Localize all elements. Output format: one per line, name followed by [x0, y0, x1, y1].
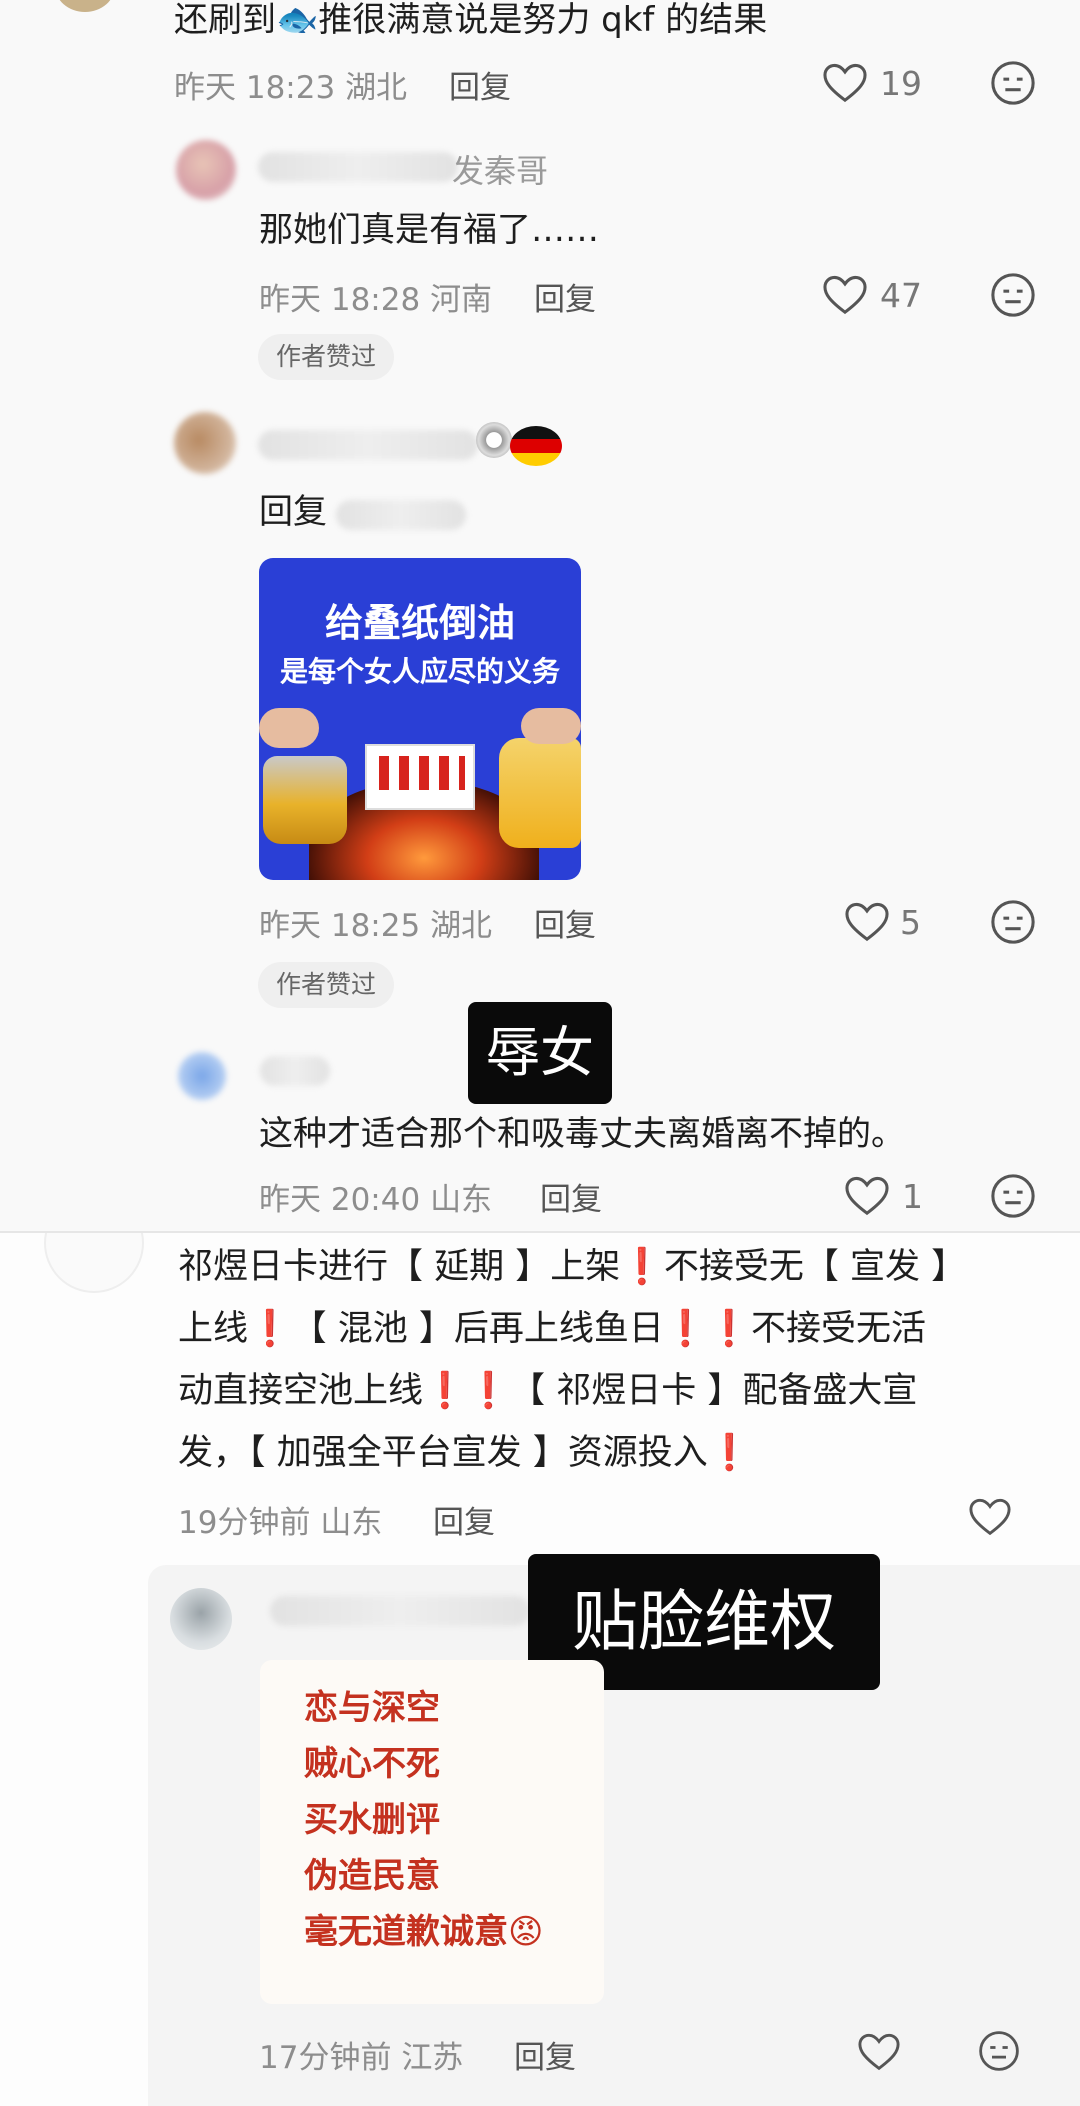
comment-time: 19分钟前: [178, 1505, 311, 1541]
image-text-line: 毫无道歉诚意😡: [304, 1912, 544, 1952]
reply-button[interactable]: 回复: [540, 1174, 602, 1219]
dislike-button[interactable]: [990, 272, 1036, 318]
comment-location: 湖北: [345, 70, 408, 106]
image-text-line: 买水删评: [304, 1800, 440, 1840]
comment-text: 祁煜日卡进行【 延期 】上架❗️不接受无【 宣发 】 上线❗️【 混池 】后再上…: [178, 1236, 966, 1484]
comment-time: 昨天 18:28: [259, 282, 421, 318]
dislike-button[interactable]: [990, 899, 1036, 945]
avatar[interactable]: [178, 1052, 226, 1100]
comment-meta: 19分钟前 山东: [178, 1497, 382, 1542]
author-liked-badge: 作者赞过: [258, 334, 395, 380]
meh-face-icon: [991, 1174, 1035, 1218]
username-blurred: [258, 430, 478, 460]
heart-icon: [845, 902, 889, 942]
comment-meta: 昨天 18:28 河南: [259, 274, 492, 319]
comment-image[interactable]: 恋与深空 贼心不死 买水删评 伪造民意 毫无道歉诚意😡: [260, 1660, 604, 2004]
comment-time: 昨天 18:25: [259, 908, 421, 944]
heart-icon: [845, 1176, 889, 1216]
logo-box: [365, 744, 475, 810]
comment-location: 山东: [430, 1182, 493, 1218]
like-button[interactable]: 19: [822, 62, 932, 106]
like-button[interactable]: 47: [822, 274, 932, 318]
heart-icon: [823, 63, 867, 103]
comment-text: 还刷到🐟推很满意说是努力 qkf 的结果: [174, 0, 768, 40]
comment-time: 昨天 18:23: [174, 70, 336, 106]
comment-meta: 昨天 20:40 山东: [259, 1174, 492, 1219]
reply-button[interactable]: 回复: [449, 62, 511, 107]
image-text-line: 贼心不死: [304, 1744, 440, 1784]
reply-target-blurred: [336, 500, 466, 530]
comment-line: 发，【 加强全平台宣发 】资源投入❗️: [178, 1433, 752, 1473]
hand-left: [259, 708, 319, 748]
germany-flag-icon: [510, 426, 562, 466]
dislike-button[interactable]: [990, 60, 1036, 106]
meh-face-icon: [991, 61, 1035, 105]
meh-face-icon: [991, 273, 1035, 317]
comment-line: 动直接空池上线❗️❗️【 祁煜日卡 】配备盛大宣: [178, 1371, 918, 1411]
image-subtitle: 是每个女人应尽的义务: [279, 655, 560, 688]
reply-button[interactable]: 回复: [433, 1497, 495, 1542]
comment-text: 那她们真是有福了……: [259, 210, 599, 250]
meh-face-icon: [979, 2031, 1019, 2071]
image-text-line: 伪造民意: [304, 1856, 440, 1896]
comment-time: 17分钟前: [259, 2040, 392, 2076]
like-button[interactable]: [857, 2032, 901, 2072]
like-count: 19: [880, 64, 922, 103]
reply-button[interactable]: 回复: [534, 900, 596, 945]
reply-button[interactable]: 回复: [534, 274, 596, 319]
author-liked-badge: 作者赞过: [258, 962, 395, 1008]
username-blurred: [260, 1056, 330, 1086]
comment-text: 这种才适合那个和吸毒丈夫离婚离不掉的。: [259, 1114, 905, 1154]
comment-time: 昨天 20:40: [259, 1182, 421, 1218]
like-button[interactable]: [968, 1497, 1012, 1537]
dislike-button[interactable]: [990, 1173, 1036, 1219]
comment-line: 祁煜日卡进行【 延期 】上架❗️不接受无【 宣发 】: [178, 1247, 967, 1287]
like-count: 47: [880, 276, 922, 315]
image-title: 给叠纸倒油: [324, 601, 515, 645]
avatar[interactable]: [170, 1588, 232, 1650]
like-count: 5: [900, 903, 921, 942]
username[interactable]: 发秦哥: [452, 146, 548, 192]
avatar[interactable]: [44, 1233, 144, 1293]
meh-face-icon: [991, 900, 1035, 944]
dislike-button[interactable]: [978, 2030, 1020, 2072]
oil-kettle-left: [263, 756, 347, 844]
comment-meta: 昨天 18:23 湖北: [174, 62, 407, 107]
hand-right: [521, 708, 581, 744]
comment-thread-top: 还刷到🐟推很满意说是努力 qkf 的结果 昨天 18:23 湖北 回复 19 发…: [0, 0, 1080, 1233]
image-text-block: 恋与深空 贼心不死 买水删评 伪造民意 毫无道歉诚意😡: [304, 1680, 543, 1960]
reply-button[interactable]: 回复: [514, 2032, 576, 2077]
like-button[interactable]: 1: [844, 1175, 934, 1219]
username-blurred: [258, 152, 458, 182]
comment-line: 上线❗️【 混池 】后再上线鱼日❗️❗️不接受无活: [178, 1309, 926, 1349]
like-count: 1: [902, 1177, 923, 1216]
comment-location: 山东: [320, 1505, 383, 1541]
soccer-ball-icon: [476, 422, 512, 458]
username-blurred: [270, 1596, 530, 1626]
heart-icon: [858, 2033, 900, 2071]
avatar[interactable]: [174, 412, 236, 474]
comment-location: 湖北: [430, 908, 493, 944]
like-button[interactable]: 5: [844, 901, 934, 945]
comment-meta: 17分钟前 江苏: [259, 2032, 463, 2077]
image-text-line: 恋与深空: [304, 1688, 440, 1728]
comment-image[interactable]: 给叠纸倒油 是每个女人应尽的义务: [259, 558, 581, 880]
comment-meta: 昨天 18:25 湖北: [259, 900, 492, 945]
caption-overlay: 辱女: [468, 1002, 612, 1104]
avatar[interactable]: [176, 140, 236, 200]
comment-location: 河南: [430, 282, 493, 318]
avatar[interactable]: [55, 0, 115, 12]
heart-icon: [969, 1498, 1011, 1536]
comment-location: 江苏: [401, 2040, 464, 2076]
oil-bottle-right: [499, 738, 581, 848]
heart-icon: [823, 275, 867, 315]
reply-prefix: 回复: [259, 492, 327, 532]
